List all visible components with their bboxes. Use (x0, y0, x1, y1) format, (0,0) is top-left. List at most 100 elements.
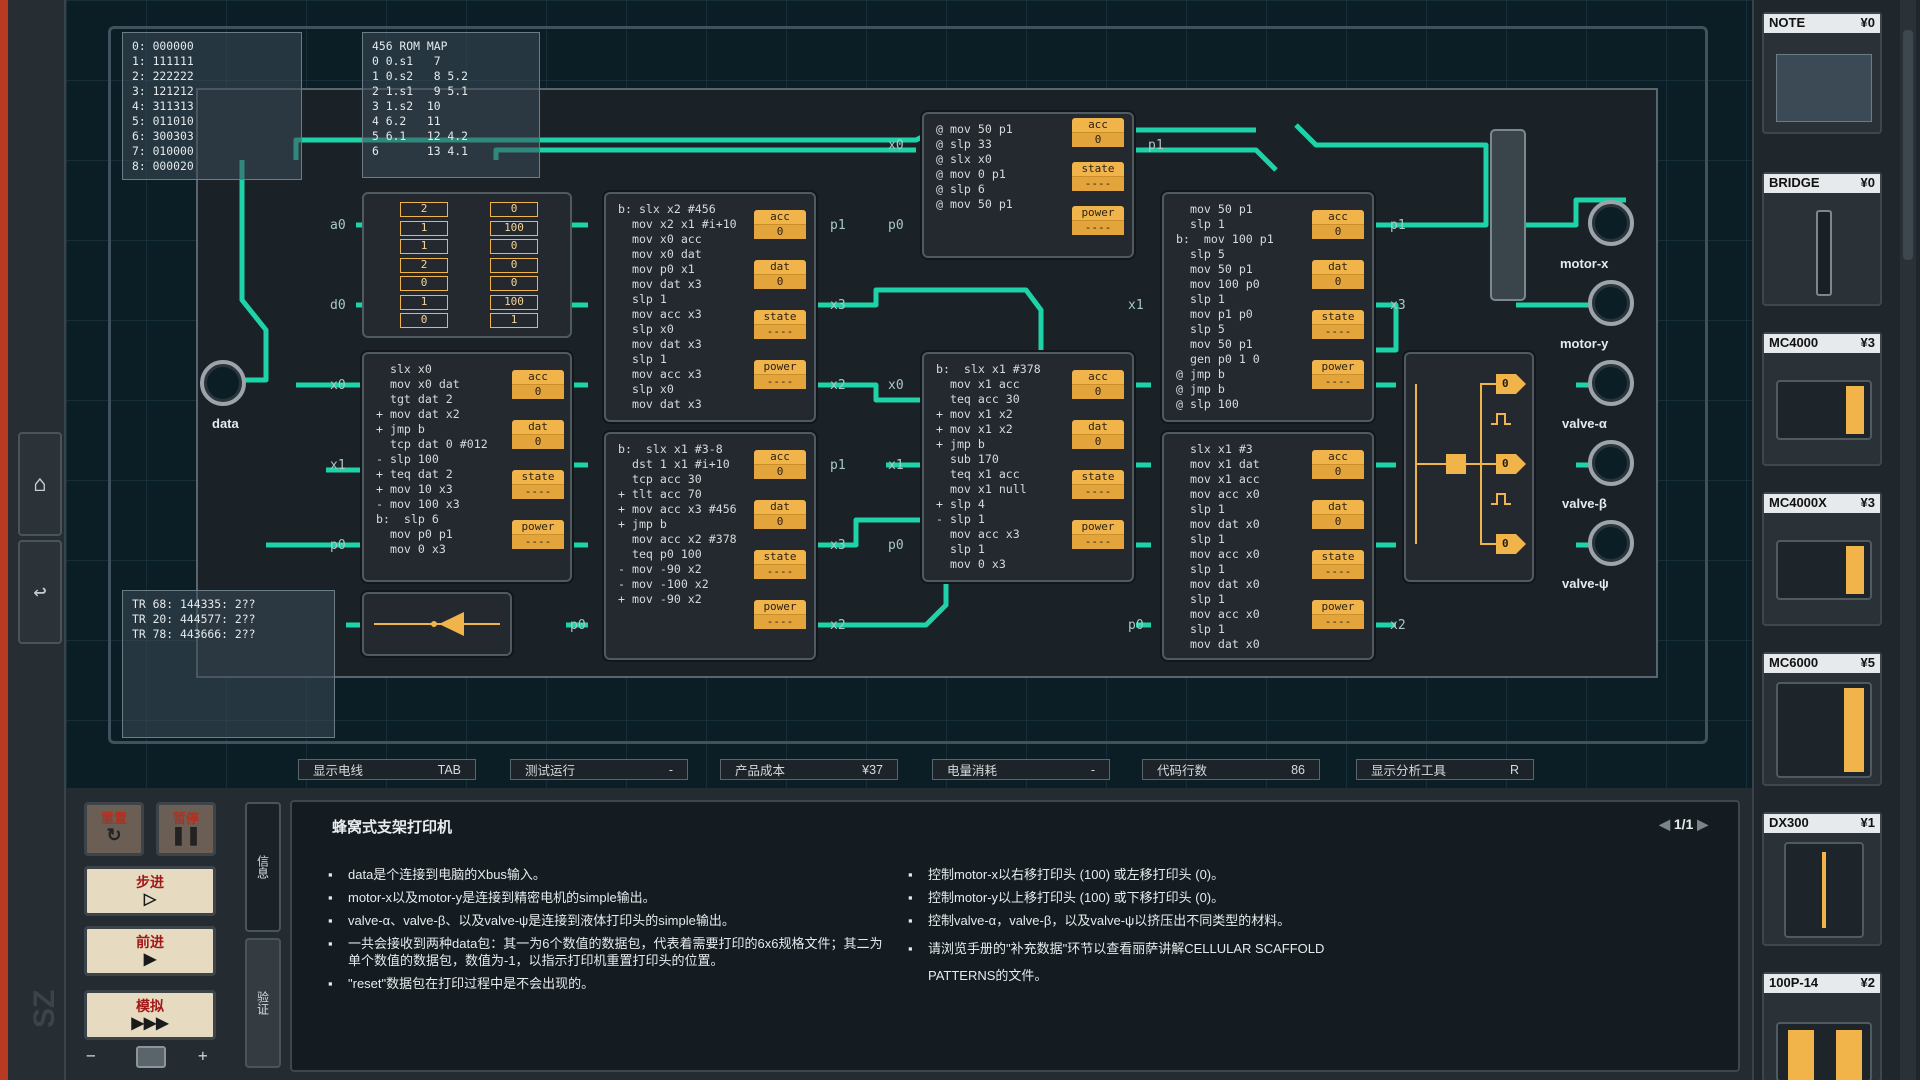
ram-cell: 0 (490, 202, 538, 217)
mc6000-preview (1776, 682, 1872, 778)
part-note[interactable]: NOTE ¥0 (1762, 12, 1882, 134)
spec-bullet: "reset"数据包在打印过程中是不会出现的。 (328, 975, 908, 992)
tab-verify[interactable]: 验证 (245, 938, 281, 1068)
test-run-stat: 测试运行 - (510, 759, 688, 780)
step-button[interactable]: 步进 ▷ (84, 866, 216, 916)
motor-x-label: motor-x (1560, 256, 1609, 271)
spec-bullet: 控制valve-α，valve-β，以及valve-ψ以挤压出不同类型的材料。 (908, 912, 1348, 929)
valve-beta-port[interactable] (1588, 440, 1634, 486)
puzzle-description: 蜂窝式支架打印机 ◀ 1/1 ▶ data是个连接到电脑的Xbus输入。 mot… (290, 800, 1740, 1072)
data-port-label: data (212, 416, 239, 431)
tab-info[interactable]: 信息 (245, 802, 281, 932)
home-button[interactable]: ⌂ (18, 432, 62, 536)
circuit-board: 0: 000000 1: 111111 2: 222222 3: 121212 … (66, 0, 1752, 788)
pin-label: p0 (570, 618, 586, 633)
chip-code[interactable]: b: slx x1 #378 mov x1 acc teq acc 30 + m… (936, 362, 1041, 572)
forward-button[interactable]: 前进 ▶ (84, 926, 216, 976)
gate-output: 0 (1502, 377, 1509, 390)
next-page-icon[interactable]: ▶ (1693, 816, 1708, 832)
motor-y-label: motor-y (1560, 336, 1609, 351)
ram-chip[interactable]: 2 0 1 100 1 0 2 0 0 0 1 100 0 1 (362, 192, 572, 338)
prev-page-icon[interactable]: ◀ (1659, 816, 1674, 832)
bridge-preview (1816, 210, 1832, 296)
valve-alpha-port[interactable] (1588, 360, 1634, 406)
chip-code[interactable]: mov 50 p1 slp 1 b: mov 100 p1 slp 5 mov … (1176, 202, 1274, 412)
ram-cell: 1 (400, 220, 448, 236)
chip-code[interactable]: slx x0 mov x0 dat tgt dat 2 + mov dat x2… (376, 362, 488, 557)
chip-code[interactable]: b: slx x2 #456 mov x2 x1 #i+10 mov x0 ac… (618, 202, 737, 412)
state-register: state ---- (1072, 470, 1124, 499)
trace-note[interactable]: TR 68: 144335: 2?? TR 20: 444577: 2?? TR… (122, 590, 335, 738)
home-icon: ⌂ (33, 471, 47, 497)
gate-output: 0 (1502, 537, 1509, 550)
back-button[interactable]: ↩ (18, 540, 62, 644)
part-mc4000x[interactable]: MC4000X ¥3 (1762, 492, 1882, 626)
pin-label: d0 (330, 298, 346, 313)
data-port[interactable] (200, 360, 246, 406)
sidebar-scroll-thumb[interactable] (1903, 30, 1913, 260)
pin-label: x1 (888, 458, 904, 473)
pause-button[interactable]: 暂停 ❚❚ (156, 802, 216, 856)
ram-cell: 100 (490, 294, 538, 310)
speed-minus[interactable]: − (86, 1046, 96, 1065)
pin-label: p0 (330, 538, 346, 553)
power-register: power ---- (1072, 520, 1124, 549)
show-wires-toggle[interactable]: 显示电线 TAB (298, 759, 476, 780)
state-register: state ---- (512, 470, 564, 499)
dx300-chip[interactable]: 0 0 0 (1404, 352, 1534, 582)
pin-label: x3 (1390, 298, 1406, 313)
page-indicator: ◀ 1/1 ▶ (1659, 816, 1708, 832)
rom-map-note[interactable]: 456 ROM MAP 0 0.s1 7 1 0.s2 8 5.2 2 1.s1… (362, 32, 540, 178)
state-register: state ---- (754, 550, 806, 579)
part-dx300[interactable]: DX300 ¥1 (1762, 812, 1882, 946)
reset-button[interactable]: 重置 ↻ (84, 802, 144, 856)
motor-y-port[interactable] (1588, 280, 1634, 326)
valve-alpha-label: valve-α (1562, 416, 1607, 431)
pin-label: p0 (888, 218, 904, 233)
pin-label: p1 (1390, 218, 1406, 233)
step-icon: ▷ (143, 891, 157, 908)
ram-cell: 0 (400, 276, 448, 291)
chip-code[interactable]: slx x1 #3 mov x1 dat mov x1 acc mov acc … (1176, 442, 1260, 652)
dat-register: dat 0 (754, 500, 806, 529)
pin-label: x3 (830, 298, 846, 313)
power-register: power ---- (754, 600, 806, 629)
chip-code[interactable]: b: slx x1 #3-8 dst 1 x1 #i+10 tcp acc 30… (618, 442, 737, 607)
gate-output: 0 (1502, 457, 1509, 470)
note-preview (1776, 54, 1872, 122)
part-mc4000[interactable]: MC4000 ¥3 (1762, 332, 1882, 466)
speed-plus[interactable]: + (198, 1046, 208, 1065)
part-bridge[interactable]: BRIDGE ¥0 (1762, 172, 1882, 306)
ram-cell: 0 (490, 276, 538, 291)
show-analysis-toggle[interactable]: 显示分析工具 R (1356, 759, 1534, 780)
acc-register: acc 0 (1312, 210, 1364, 239)
part-mc6000[interactable]: MC6000 ¥5 (1762, 652, 1882, 786)
simulate-button[interactable]: 模拟 ▶▶▶ (84, 990, 216, 1040)
speed-slider-handle[interactable] (136, 1046, 166, 1068)
lines-of-code-stat: 代码行数 86 (1142, 759, 1320, 780)
power-usage-stat: 电量消耗 - (932, 759, 1110, 780)
play-icon: ▶ (143, 951, 157, 968)
ram-cell: 1 (400, 294, 448, 310)
state-register: state ---- (754, 310, 806, 339)
acc-register: acc 0 (1072, 370, 1124, 399)
pin-label: a0 (330, 218, 346, 233)
edge-strip (0, 0, 8, 1080)
game-logo: SZ (28, 989, 61, 1028)
spec-bullet: 控制motor-y以上移打印头 (100) 或下移打印头 (0)。 (908, 889, 1348, 906)
pin-label: x2 (830, 378, 846, 393)
ram-cell: 100 (490, 220, 538, 236)
pin-label: x2 (830, 618, 846, 633)
ram-listing-note[interactable]: 0: 000000 1: 111111 2: 222222 3: 121212 … (122, 32, 302, 180)
part-100p-14[interactable]: 100P-14 ¥2 (1762, 972, 1882, 1080)
pin-label: x3 (830, 538, 846, 553)
mc4000x-preview (1776, 540, 1872, 600)
chip-code[interactable]: @ mov 50 p1 @ slp 33 @ slx x0 @ mov 0 p1… (936, 122, 1013, 212)
pause-icon: ❚❚ (170, 825, 202, 845)
valve-psi-port[interactable] (1588, 520, 1634, 566)
diode-chip[interactable] (362, 592, 512, 656)
motor-x-port[interactable] (1588, 200, 1634, 246)
dat-register: dat 0 (1312, 260, 1364, 289)
valve-psi-label: valve-ψ (1562, 576, 1609, 591)
power-register: power ---- (512, 520, 564, 549)
